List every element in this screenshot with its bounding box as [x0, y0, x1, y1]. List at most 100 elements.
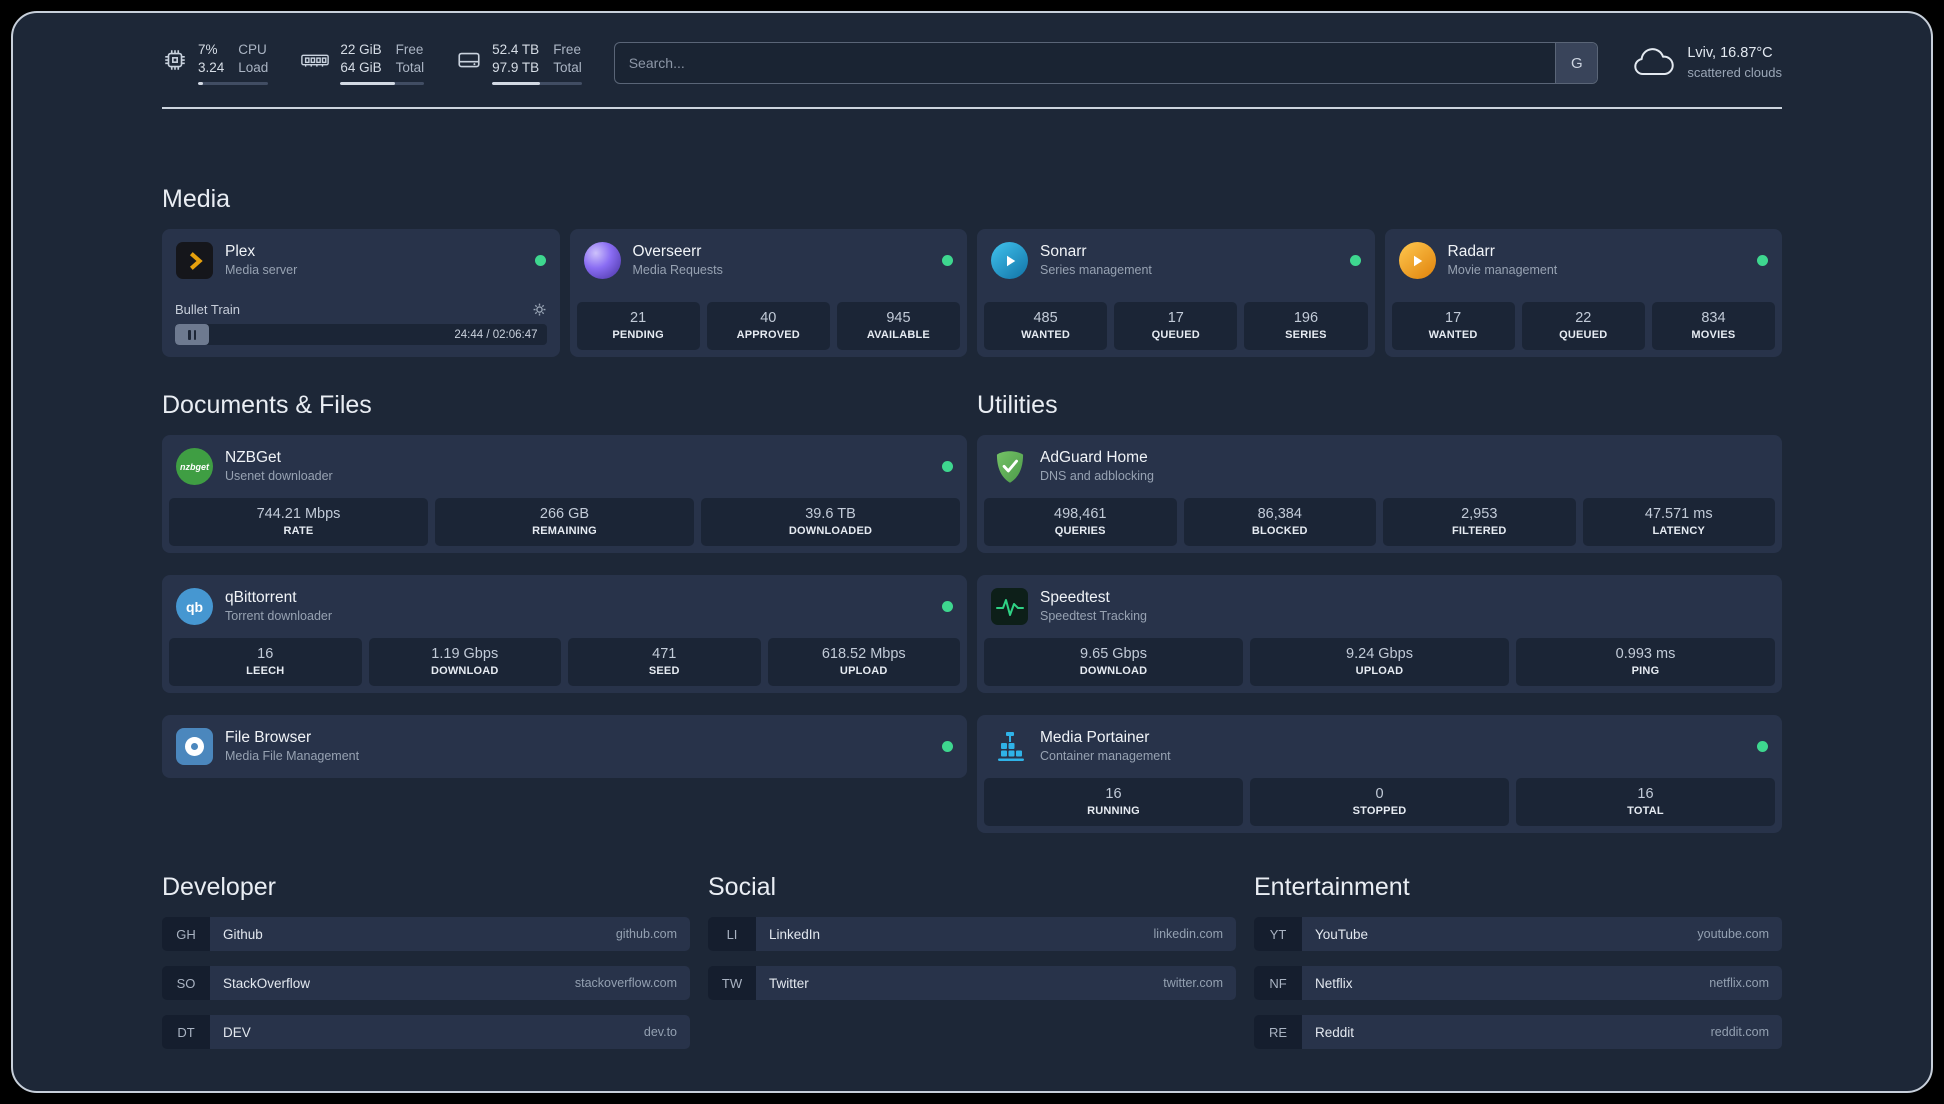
bookmark-group-entertainment: Entertainment YT YouTube youtube.com NF …: [1254, 873, 1782, 1064]
service-description: Media server: [225, 263, 298, 278]
service-description: Usenet downloader: [225, 469, 333, 484]
bookmark-abbr: DT: [162, 1015, 210, 1049]
bookmark-twitter[interactable]: TW Twitter twitter.com: [708, 966, 1236, 1000]
memory-free-label: Free: [395, 42, 424, 58]
stat-upload: 618.52 Mbps UPLOAD: [767, 638, 960, 686]
cpu-progress-bar: [198, 81, 269, 85]
status-dot: [942, 255, 953, 266]
status-dot: [942, 741, 953, 752]
stat-available: 945 AVAILABLE: [836, 302, 961, 350]
bookmark-name: Netflix: [1315, 975, 1353, 991]
stat-wanted: 17 WANTED: [1391, 302, 1515, 350]
memory-total-value: 64 GiB: [340, 60, 382, 75]
status-dot: [942, 601, 953, 612]
speedtest-icon: [991, 588, 1028, 625]
stat-movies: 834 MOVIES: [1651, 302, 1776, 350]
search: G: [613, 42, 1599, 84]
service-card-overseerr[interactable]: Overseerr Media Requests 21 PENDING 40 A…: [569, 229, 967, 357]
stat-download: 9.65 Gbps DOWNLOAD: [984, 638, 1243, 686]
status-dot: [1757, 741, 1768, 752]
topbar-divider: [162, 107, 1782, 109]
cpu-label: CPU: [238, 42, 267, 58]
stat-series: 196 SERIES: [1244, 302, 1368, 350]
stat-approved: 40 APPROVED: [706, 302, 830, 350]
service-card-filebrowser[interactable]: File Browser Media File Management: [162, 715, 967, 778]
bookmark-url: reddit.com: [1710, 1025, 1769, 1039]
service-card-qbittorrent[interactable]: qb qBittorrent Torrent downloader 16 LEE…: [162, 575, 967, 693]
service-name: Speedtest: [1040, 589, 1110, 607]
service-card-sonarr[interactable]: Sonarr Series management 485 WANTED 17 Q…: [977, 229, 1375, 357]
bookmark-name: Twitter: [769, 975, 809, 991]
stat-stopped: 0 STOPPED: [1250, 778, 1509, 826]
now-playing-widget: Bullet Train 24:44 / 02:06:47: [162, 302, 560, 357]
stat-queries: 498,461 QUERIES: [984, 498, 1177, 546]
service-card-portainer[interactable]: Media Portainer Container management 16 …: [977, 715, 1782, 833]
service-description: DNS and adblocking: [1040, 469, 1154, 484]
service-name: Sonarr: [1040, 243, 1087, 261]
dashboard-panel: 7% 3.24 CPU Load 22 GiB 64 GiB Free Tota…: [11, 11, 1933, 1093]
playback-time: 24:44 / 02:06:47: [454, 328, 538, 341]
bookmark-abbr: LI: [708, 917, 756, 951]
disk-total-value: 97.9 TB: [492, 60, 540, 75]
search-provider-button[interactable]: G: [1555, 43, 1598, 83]
service-card-nzbget[interactable]: nzbget NZBGet Usenet downloader 744.21 M…: [162, 435, 967, 553]
status-dot: [942, 461, 953, 472]
section-documents: Documents & Files nzbget NZBGet Usenet d…: [162, 391, 967, 833]
social-section-title: Social: [708, 873, 777, 901]
stat-latency: 47.571 ms LATENCY: [1582, 498, 1775, 546]
bookmark-name: DEV: [223, 1024, 251, 1040]
memory-free-value: 22 GiB: [340, 42, 382, 58]
bookmark-youtube[interactable]: YT YouTube youtube.com: [1254, 917, 1782, 951]
memory-icon: [300, 47, 330, 73]
documents-section-title: Documents & Files: [162, 391, 372, 419]
service-card-radarr[interactable]: Radarr Movie management 17 WANTED 22 QUE…: [1384, 229, 1782, 357]
section-media: Media Plex Media server Bullet Train 24:…: [162, 185, 1782, 357]
bookmark-abbr: YT: [1254, 917, 1302, 951]
bookmark-name: YouTube: [1315, 926, 1369, 942]
stat-seed: 471 SEED: [568, 638, 761, 686]
settings-gear-icon[interactable]: [532, 302, 547, 317]
disk-progress-bar: [492, 81, 582, 85]
bookmark-dev[interactable]: DT DEV dev.to: [162, 1015, 690, 1049]
bookmark-stackoverflow[interactable]: SO StackOverflow stackoverflow.com: [162, 966, 690, 1000]
developer-section-title: Developer: [162, 873, 276, 901]
bookmark-name: LinkedIn: [769, 926, 821, 942]
entertainment-section-title: Entertainment: [1254, 873, 1410, 901]
bookmark-url: youtube.com: [1697, 927, 1769, 941]
status-dot: [534, 255, 546, 266]
filebrowser-icon: [176, 728, 213, 765]
stat-remaining: 266 GB REMAINING: [435, 498, 694, 546]
bookmark-url: linkedin.com: [1153, 927, 1223, 941]
bookmark-abbr: RE: [1254, 1015, 1302, 1049]
disk-total-label: Total: [553, 60, 582, 75]
memory-widget: 22 GiB 64 GiB Free Total: [300, 41, 425, 85]
stat-downloaded: 39.6 TB DOWNLOADED: [701, 498, 960, 546]
bookmark-netflix[interactable]: NF Netflix netflix.com: [1254, 966, 1782, 1000]
stat-total: 16 TOTAL: [1516, 778, 1775, 826]
utilities-section-title: Utilities: [977, 391, 1058, 419]
service-description: Container management: [1040, 749, 1171, 764]
service-card-plex[interactable]: Plex Media server Bullet Train 24:44 / 0…: [162, 229, 560, 357]
service-name: NZBGet: [225, 449, 281, 467]
bookmark-abbr: SO: [162, 966, 210, 1000]
search-input[interactable]: [613, 42, 1599, 84]
bookmark-linkedin[interactable]: LI LinkedIn linkedin.com: [708, 917, 1236, 951]
cpu-usage-value: 7%: [198, 42, 218, 58]
now-playing-title: Bullet Train: [175, 302, 241, 317]
service-card-adguard[interactable]: AdGuard Home DNS and adblocking 498,461 …: [977, 435, 1782, 553]
service-description: Speedtest Tracking: [1040, 609, 1148, 624]
cpu-widget: 7% 3.24 CPU Load: [162, 41, 269, 85]
bookmark-reddit[interactable]: RE Reddit reddit.com: [1254, 1015, 1782, 1049]
memory-progress-bar: [340, 81, 425, 85]
service-name: Overseerr: [632, 243, 702, 261]
pause-button[interactable]: [175, 324, 209, 345]
service-name: Radarr: [1447, 243, 1495, 261]
bookmark-url: dev.to: [643, 1025, 677, 1039]
stat-rate: 744.21 Mbps RATE: [169, 498, 428, 546]
stat-leech: 16 LEECH: [169, 638, 362, 686]
service-card-speedtest[interactable]: Speedtest Speedtest Tracking 9.65 Gbps D…: [977, 575, 1782, 693]
bookmark-github[interactable]: GH Github github.com: [162, 917, 690, 951]
bookmark-name: Github: [223, 926, 263, 942]
service-name: File Browser: [225, 729, 312, 747]
disk-free-label: Free: [553, 42, 581, 58]
